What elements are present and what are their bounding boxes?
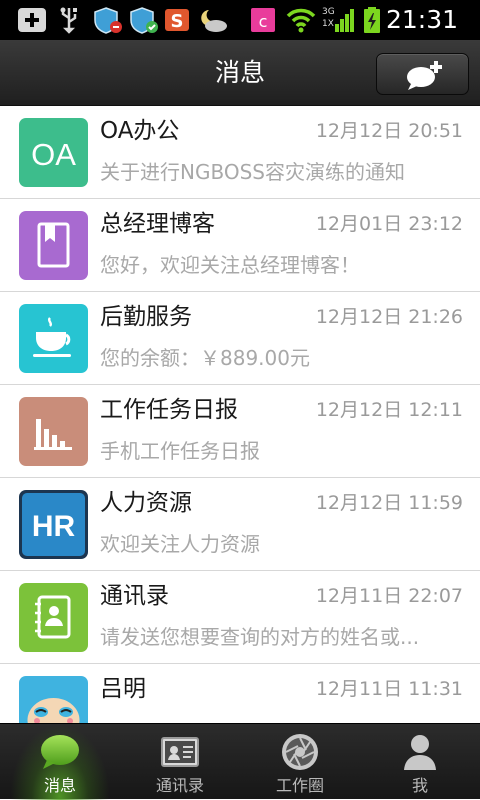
conversation-preview: 您的余额：￥889.00元 — [100, 346, 310, 370]
new-chat-icon — [407, 61, 442, 90]
oa-avatar-text: OA — [31, 137, 76, 172]
new-chat-button[interactable] — [376, 53, 469, 95]
cartoon-monkey-avatar — [19, 676, 88, 723]
conversation-time: 12月11日 11:31 — [315, 678, 463, 700]
tab-label: 通讯录 — [155, 776, 204, 795]
add-icon — [18, 8, 46, 32]
contacts-avatar — [19, 583, 88, 652]
tab-label: 我 — [411, 776, 428, 795]
blog-avatar — [19, 211, 88, 280]
hr-avatar-text: HR — [32, 510, 76, 543]
usb-icon — [60, 7, 77, 34]
s-app-icon: S — [165, 9, 189, 32]
report-avatar — [19, 397, 88, 466]
person-icon — [404, 735, 436, 770]
c-app-icon: c — [251, 8, 275, 32]
conversation-preview: 欢迎关注人力资源 — [100, 532, 260, 556]
conversation-time: 12月01日 23:12 — [315, 213, 463, 235]
conversation-row-daily-report[interactable]: 工作任务日报 12月12日 12:11 手机工作任务日报 — [0, 385, 480, 478]
chat-bubble-icon — [41, 735, 79, 769]
conversation-time: 12月12日 11:59 — [315, 492, 463, 514]
conversation-row-logistics[interactable]: 后勤服务 12月12日 21:26 您的余额：￥889.00元 — [0, 292, 480, 385]
conversation-row-lv-ming[interactable]: 吕明 12月11日 11:31 — [0, 664, 480, 723]
signal-icon — [335, 9, 354, 32]
conversation-title: 总经理博客 — [100, 211, 215, 237]
svg-text:c: c — [259, 12, 268, 31]
conversation-title: 通讯录 — [100, 583, 169, 609]
hr-avatar: HR — [19, 490, 88, 559]
tab-messages[interactable]: 消息 — [0, 724, 120, 800]
bar-chart-icon — [19, 397, 88, 466]
shield-icon — [130, 7, 158, 34]
conversation-row-gm-blog[interactable]: 总经理博客 12月01日 23:12 您好，欢迎关注总经理博客！ — [0, 199, 480, 292]
conversation-preview: 关于进行NGBOSS容灾演练的通知 — [100, 160, 405, 184]
conversation-title: 后勤服务 — [100, 304, 192, 330]
tab-work-circle[interactable]: 工作圈 — [240, 724, 360, 800]
book-icon — [19, 211, 88, 280]
address-book-icon — [19, 583, 88, 652]
conversation-row-oa[interactable]: OA OA办公 12月12日 20:51 关于进行NGBOSS容灾演练的通知 — [0, 106, 480, 199]
svg-text:S: S — [171, 11, 184, 32]
bottom-tab-bar: 消息 通讯录 工作圈 我 — [0, 723, 480, 800]
conversation-preview: 您好，欢迎关注总经理博客！ — [100, 253, 360, 277]
conversation-row-contacts[interactable]: 通讯录 12月11日 22:07 请发送您想要查询的对方的姓名或... — [0, 571, 480, 664]
conversation-time: 12月11日 22:07 — [315, 585, 463, 607]
tab-me[interactable]: 我 — [360, 724, 480, 800]
battery-icon — [364, 7, 380, 33]
status-bar: S c 3G 1X 21:31 — [0, 0, 480, 40]
conversation-title: OA办公 — [100, 118, 180, 144]
tab-contacts[interactable]: 通讯录 — [120, 724, 240, 800]
conversation-time: 12月12日 12:11 — [315, 399, 463, 421]
contact-card-icon — [161, 737, 199, 767]
conversation-row-hr[interactable]: HR 人力资源 12月12日 11:59 欢迎关注人力资源 — [0, 478, 480, 571]
status-time: 21:31 — [385, 5, 458, 34]
conversation-preview: 手机工作任务日报 — [100, 439, 260, 463]
coffee-cup-icon — [19, 304, 88, 373]
weather-icon — [201, 10, 227, 32]
conversation-list: OA OA办公 12月12日 20:51 关于进行NGBOSS容灾演练的通知 总… — [0, 106, 480, 723]
tab-label: 消息 — [43, 776, 76, 795]
conversation-time: 12月12日 20:51 — [315, 120, 463, 142]
user-avatar — [19, 676, 88, 723]
conversation-title: 工作任务日报 — [100, 397, 238, 423]
aperture-icon — [282, 734, 318, 770]
oa-avatar: OA — [19, 118, 88, 187]
shield-icon — [94, 7, 122, 34]
wifi-icon — [286, 8, 316, 33]
logistics-avatar — [19, 304, 88, 373]
conversation-title: 人力资源 — [100, 490, 192, 516]
conversation-title: 吕明 — [100, 676, 146, 702]
conversation-time: 12月12日 21:26 — [315, 306, 463, 328]
tab-label: 工作圈 — [275, 776, 324, 795]
conversation-preview: 请发送您想要查询的对方的姓名或... — [100, 625, 420, 649]
app-header: 消息 — [0, 40, 480, 106]
